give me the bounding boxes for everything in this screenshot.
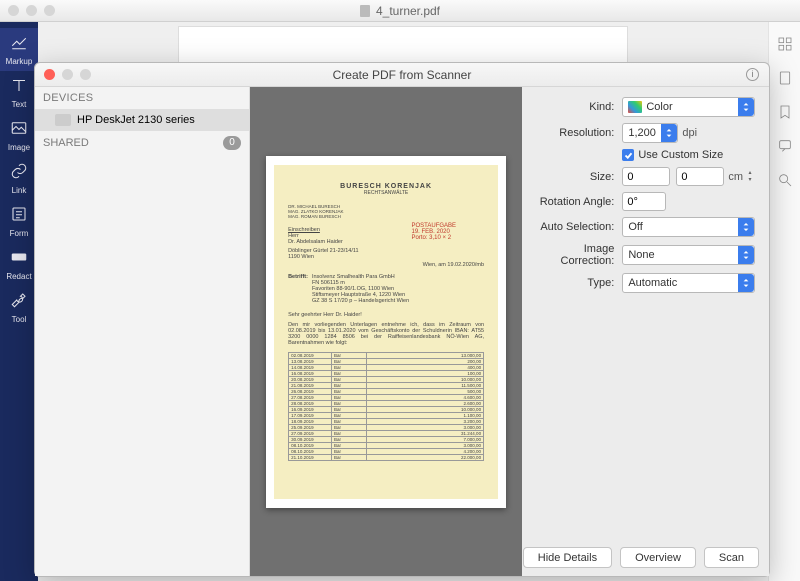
use-custom-size-checkbox[interactable]: Use Custom Size [622,149,723,161]
text-icon [10,76,28,94]
device-row[interactable]: HP DeskJet 2130 series [35,109,249,131]
chevron-updown-icon [738,98,754,116]
thumbnails-icon[interactable] [777,36,793,52]
color-swatch-icon [628,101,642,113]
scan-settings-panel: Kind: Color Resolution: 1,200 dpi [522,87,769,576]
auto-selection-label: Auto Selection: [532,221,622,233]
modal-close-icon[interactable] [44,69,55,80]
redact-icon [10,248,28,266]
image-correction-label: Image Correction: [532,243,622,267]
modal-minimize-icon[interactable] [62,69,73,80]
hide-details-button[interactable]: Hide Details [523,547,612,568]
info-icon[interactable]: i [746,68,759,81]
device-name: HP DeskJet 2130 series [77,114,195,126]
tool-icon [10,291,28,309]
modal-zoom-icon[interactable] [80,69,91,80]
devices-panel: DEVICES HP DeskJet 2130 series SHARED 0 [35,87,250,576]
scanned-document: BURESCH KORENJAK RECHTSANWÄLTE DR. MICHA… [274,165,498,499]
size-height-input[interactable] [676,167,724,186]
transactions-table: 02.08.2019Bar13.000,0013.08.2019Bar200,0… [288,352,484,461]
rotation-label: Rotation Angle: [532,196,622,208]
modal-titlebar: Create PDF from Scanner i [35,63,769,87]
close-icon[interactable] [8,5,19,16]
annotations-icon[interactable] [777,138,793,154]
resolution-unit: dpi [682,127,697,139]
chevron-updown-icon [738,218,754,236]
bookmark-icon[interactable] [777,104,793,120]
link-icon [10,162,28,180]
resolution-label: Resolution: [532,127,622,139]
chevron-updown-icon [738,246,754,264]
image-icon [10,119,28,137]
type-select[interactable]: Automatic [622,273,755,293]
chevron-updown-icon [738,274,754,292]
modal-title: Create PDF from Scanner [333,68,472,82]
minimize-icon[interactable] [26,5,37,16]
sidebar-item-text[interactable]: Text [0,71,38,114]
devices-header: DEVICES [35,87,249,109]
shared-header: SHARED [43,137,89,149]
kind-select[interactable]: Color [622,97,755,117]
auto-selection-select[interactable]: Off [622,217,755,237]
shared-row[interactable]: SHARED 0 [35,131,249,155]
form-icon [10,205,28,223]
scanner-modal: Create PDF from Scanner i DEVICES HP Des… [34,62,770,577]
size-label: Size: [532,171,622,183]
sidebar-item-form[interactable]: Form [0,200,38,243]
shared-count-badge: 0 [223,136,241,150]
checkbox-checked-icon [622,149,634,161]
main-traffic-lights[interactable] [8,5,55,16]
sidebar-item-link[interactable]: Link [0,157,38,200]
sidebar-item-image[interactable]: Image [0,114,38,157]
outline-icon[interactable] [777,70,793,86]
kind-label: Kind: [532,101,622,113]
window-title: 4_turner.pdf [376,4,440,18]
resolution-select[interactable]: 1,200 [622,123,678,143]
scan-page[interactable]: BURESCH KORENJAK RECHTSANWÄLTE DR. MICHA… [266,156,506,508]
rotation-input[interactable] [622,192,666,211]
overview-button[interactable]: Overview [620,547,696,568]
postage-stamp: POSTAUFGABE 19. FEB. 2020 Porto: 3,10 × … [412,223,457,241]
chevron-updown-icon [661,124,677,142]
maximize-icon[interactable] [44,5,55,16]
markup-icon [10,33,28,51]
document-icon [360,5,370,17]
sidebar-item-markup[interactable]: Markup [0,28,38,71]
printer-icon [55,114,71,126]
sidebar-item-tool[interactable]: Tool [0,286,38,329]
size-unit: cm [728,171,743,183]
search-icon[interactable] [777,172,793,188]
main-titlebar: 4_turner.pdf [0,0,800,22]
right-rail [768,22,800,581]
size-width-input[interactable] [622,167,670,186]
left-sidebar: Markup Text Image Link Form Redact Tool [0,22,38,581]
size-unit-stepper[interactable]: ▴▾ [745,170,755,184]
scan-button[interactable]: Scan [704,547,759,568]
type-label: Type: [532,277,622,289]
image-correction-select[interactable]: None [622,245,755,265]
scan-preview-panel: BURESCH KORENJAK RECHTSANWÄLTE DR. MICHA… [250,87,523,576]
sidebar-item-redact[interactable]: Redact [0,243,38,286]
